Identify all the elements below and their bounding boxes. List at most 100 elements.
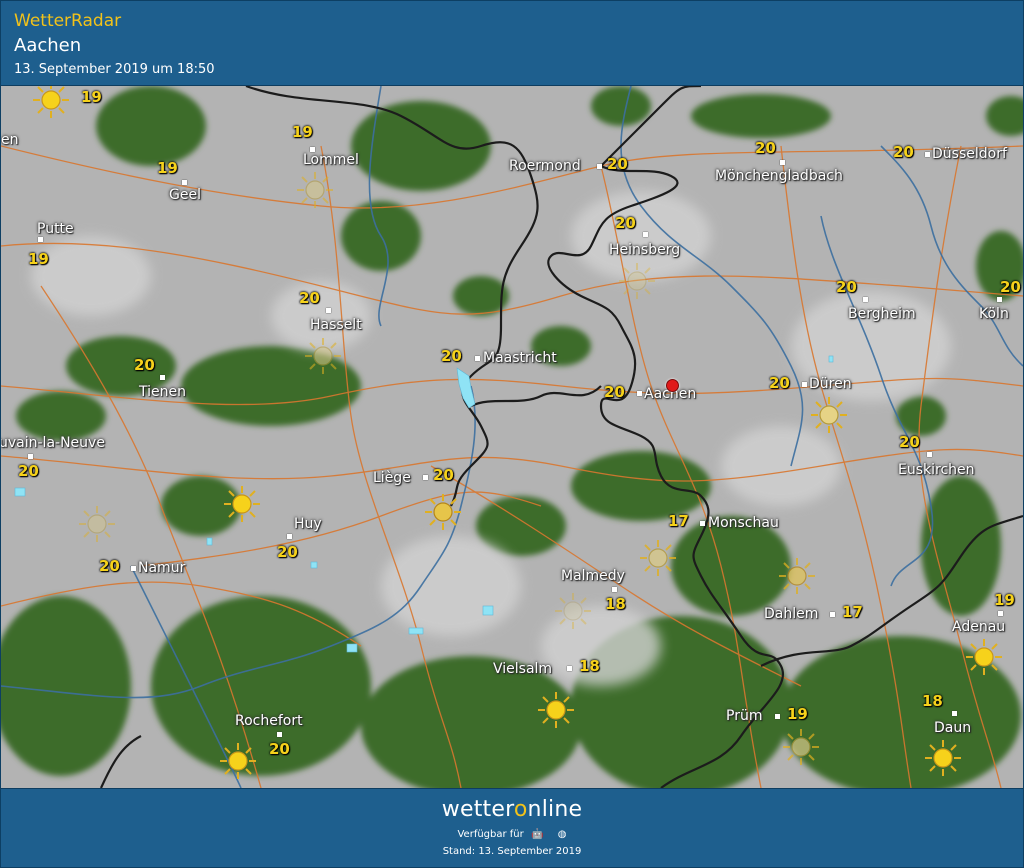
temp-label: 17 [668,512,689,530]
town-label: Vielsalm [493,661,553,677]
sun-icon [966,639,1002,675]
sun-icon [33,86,69,118]
town-label: Hasselt [310,317,362,333]
temp-label: 20 [769,374,790,392]
town-label: Lommel [303,152,359,168]
sun-icon [925,740,961,776]
town-dot [830,612,835,617]
temp-label: 20 [604,383,625,401]
temp-label: 20 [299,289,320,307]
town-dot [287,534,292,539]
temp-label: 20 [607,155,628,173]
town-label: Prüm [726,708,763,724]
availability-line: Verfügbar für 🤖 ◍ [1,829,1023,840]
town-label: Daun [934,720,972,736]
town-dot [952,711,957,716]
temp-label: 19 [292,123,313,141]
android-icon[interactable]: 🤖 [531,829,543,840]
temp-label: 20 [99,557,120,575]
temp-label: 19 [157,159,178,177]
map-base-svg [1,86,1023,788]
temp-label: 18 [579,657,600,675]
logo-prefix: wetter [441,797,514,822]
temp-label: 18 [605,595,626,613]
town-label: Maastricht [483,350,557,366]
sun-icon [220,743,256,779]
town-dot [28,454,33,459]
town-label: Bergheim [848,306,916,322]
app-frame: WetterRadar Aachen 13. September 2019 um… [0,0,1024,868]
town-dot [863,297,868,302]
sun-icon [783,729,819,765]
town-dot [997,297,1002,302]
town-dot [927,452,932,457]
town-label: en [1,132,19,148]
town-dot [277,732,282,737]
city-title: Aachen [14,35,82,56]
location-pin-icon[interactable] [666,379,679,392]
temp-label: 20 [899,433,920,451]
town-label: Putte [37,221,74,237]
temp-label: 20 [893,143,914,161]
town-dot [182,180,187,185]
temp-label: 20 [836,278,857,296]
town-dot [38,237,43,242]
sun-icon [297,172,333,208]
town-label: Malmedy [561,568,625,584]
town-label: Monschau [708,515,779,531]
temp-label: 19 [787,705,808,723]
web-icon[interactable]: ◍ [558,829,567,840]
app-title: WetterRadar [14,11,122,31]
town-label: Köln [979,306,1009,322]
town-dot [423,475,428,480]
town-dot [597,164,602,169]
sun-icon [224,486,260,522]
town-dot [637,391,642,396]
town-label: uvain-la-Neuve [1,435,105,451]
temp-label: 19 [28,250,49,268]
sun-icon [779,558,815,594]
town-label: Düren [809,376,852,392]
sun-icon [555,593,591,629]
town-label: Liège [373,470,411,486]
town-dot [326,308,331,313]
town-label: Euskirchen [898,462,975,478]
town-dot [998,611,1003,616]
town-dot [700,521,705,526]
temp-label: 20 [441,347,462,365]
timestamp: 13. September 2019 um 18:50 [14,62,215,77]
town-label: Dahlem [764,606,819,622]
logo-suffix: nline [527,797,583,822]
town-label: Düsseldorf [932,146,1007,162]
temp-label: 20 [755,139,776,157]
town-label: Tienen [139,384,186,400]
temp-label: 20 [269,740,290,758]
temp-label: 20 [1000,278,1021,296]
temp-label: 20 [615,214,636,232]
available-label: Verfügbar für [457,829,524,840]
footer-bar: wetteronline Verfügbar für 🤖 ◍ Stand: 13… [1,788,1023,867]
sun-icon [305,338,341,374]
town-label: Rochefort [235,713,303,729]
temp-label: 17 [842,603,863,621]
temp-label: 18 [922,692,943,710]
town-label: Roermond [509,158,581,174]
sun-icon [640,540,676,576]
radar-map[interactable]: 19 en 19 Lommel 19 Geel Putte 19 Roermon… [1,86,1023,788]
temp-label: 20 [277,543,298,561]
town-label: Heinsberg [609,242,681,258]
town-label: Huy [294,516,322,532]
sun-icon [619,263,655,299]
wetteronline-logo[interactable]: wetteronline [1,797,1023,822]
town-dot [131,566,136,571]
town-label: Adenau [952,619,1006,635]
corner-temp: 19 [81,88,102,106]
town-label: Geel [169,187,201,203]
town-dot [925,152,930,157]
stand-date: Stand: 13. September 2019 [442,846,582,857]
temp-label: 20 [134,356,155,374]
sun-icon [811,397,847,433]
town-dot [775,714,780,719]
sun-icon [425,494,461,530]
town-dot [643,232,648,237]
